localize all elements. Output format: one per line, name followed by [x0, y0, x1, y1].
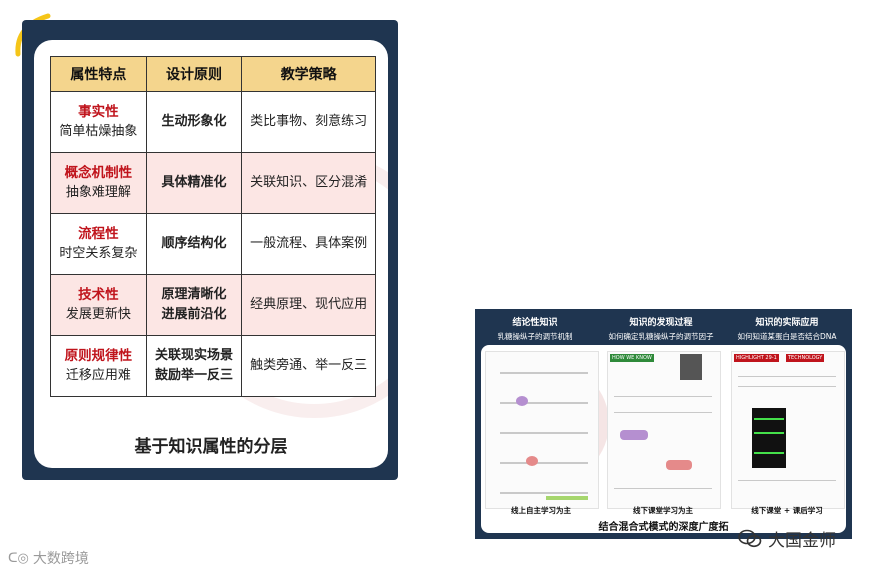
table-header-row: 属性特点 设计原则 教学策略 [50, 56, 376, 92]
dna-strand [500, 492, 588, 494]
attribute-cell: 概念机制性 抽象难理解 [50, 152, 147, 214]
principle-cell: 生动形象化 [145, 91, 243, 153]
protein-shape [516, 396, 528, 406]
principle-line: 具体精准化 [161, 175, 227, 190]
table-row: 概念机制性 抽象难理解 具体精准化 关联知识、区分混淆 [50, 152, 376, 214]
principle-cell: 原理清晰化 进展前沿化 [145, 274, 243, 336]
strategy-cell: 一般流程、具体案例 [241, 213, 376, 275]
wechat-logo-right: 大国金师 [738, 526, 836, 551]
dna-strand [500, 462, 588, 464]
attribute-desc: 时空关系复杂 [59, 246, 138, 261]
protein-shape [666, 460, 692, 470]
logo-text: 大数跨境 [32, 551, 89, 567]
column-subtitle: 乳糖操纵子的调节机制 [497, 332, 573, 341]
principle-line: 鼓励举一反三 [155, 368, 234, 383]
attribute-cell: 技术性 发展更新快 [50, 274, 147, 336]
logo-text: 大国金师 [768, 531, 836, 551]
header-cell: 设计原则 [145, 56, 243, 92]
attribute-name: 技术性 [78, 287, 119, 303]
table-row: 事实性 简单枯燥抽象 生动形象化 类比事物、刻意练习 [50, 91, 376, 153]
section-tag: HIGHLIGHT 29-1 [734, 354, 779, 362]
strategy-cell: 关联知识、区分混淆 [241, 152, 376, 214]
attribute-table: 属性特点 设计原则 教学策略 事实性 简单枯燥抽象 生动形象化 类比事物、刻意练… [50, 56, 376, 397]
column-footer: 线下课堂 + 课后学习 [751, 506, 823, 515]
protein-shape [526, 456, 538, 466]
mrna-segment [546, 496, 588, 500]
attribute-name: 原则规律性 [64, 348, 133, 364]
logo-icon: ᑕ◎ [8, 550, 29, 566]
column-footer: 线下课堂学习为主 [633, 506, 693, 515]
strategy-cell: 触类旁通、举一反三 [241, 335, 376, 397]
source-logo-left: ᑕ◎ 大数跨境 [8, 548, 89, 568]
dna-strand [500, 402, 588, 404]
table-row: 技术性 发展更新快 原理清晰化 进展前沿化 经典原理、现代应用 [50, 274, 376, 336]
strategy-cell: 经典原理、现代应用 [241, 274, 376, 336]
attribute-desc: 简单枯燥抽象 [59, 124, 138, 139]
principle-line: 关联现实场景 [155, 348, 234, 363]
principle-cell: 顺序结构化 [145, 213, 243, 275]
operon-diagram [485, 351, 599, 509]
text-line [614, 412, 712, 413]
text-line [614, 488, 712, 489]
dna-strand [500, 432, 588, 434]
section-tag: HOW WE KNOW [610, 354, 654, 362]
text-line [738, 376, 836, 377]
panel-body: HOW WE KNOW HIGHLIGHT 29-1 TECHNOLOGY 线上… [481, 345, 846, 533]
gel-blot [752, 408, 786, 468]
attribute-cell: 事实性 简单枯燥抽象 [50, 91, 147, 153]
attribute-name: 事实性 [78, 104, 119, 120]
header-cell: 教学策略 [241, 56, 376, 92]
text-line [738, 386, 836, 387]
principle-cell: 关联现实场景 鼓励举一反三 [145, 335, 243, 397]
principle-line: 生动形象化 [161, 114, 227, 129]
attribute-desc: 抽象难理解 [65, 185, 131, 200]
attribute-card: 属性特点 设计原则 教学策略 事实性 简单枯燥抽象 生动形象化 类比事物、刻意练… [34, 40, 388, 468]
blended-learning-panel: 结论性知识 知识的发现过程 知识的实际应用 乳糖操纵子的调节机制 如何确定乳糖操… [475, 309, 852, 539]
gel-band [754, 418, 784, 420]
principle-line: 进展前沿化 [161, 307, 227, 322]
column-title: 结论性知识 [512, 318, 558, 328]
column-subtitle: 如何确定乳糖操纵子的调节因子 [608, 332, 714, 341]
header-cell: 属性特点 [50, 56, 147, 92]
gel-shift-figure: HIGHLIGHT 29-1 TECHNOLOGY [731, 351, 845, 509]
dna-strand [500, 372, 588, 374]
table-row: 原则规律性 迁移应用难 关联现实场景 鼓励举一反三 触类旁通、举一反三 [50, 335, 376, 397]
column-footer: 线上自主学习为主 [511, 506, 571, 515]
principle-cell: 具体精准化 [145, 152, 243, 214]
gel-band [754, 452, 784, 454]
column-title: 知识的实际应用 [755, 318, 819, 328]
portrait-photo [680, 354, 702, 380]
attribute-cell: 原则规律性 迁移应用难 [50, 335, 147, 397]
gel-band [754, 432, 784, 434]
section-tag: TECHNOLOGY [786, 354, 825, 362]
principle-line: 原理清晰化 [161, 287, 227, 302]
strategy-cell: 类比事物、刻意练习 [241, 91, 376, 153]
text-line [614, 396, 712, 397]
attribute-desc: 迁移应用难 [65, 368, 131, 383]
attribute-name: 流程性 [78, 226, 119, 242]
attribute-cell: 流程性 时空关系复杂 [50, 213, 147, 275]
attribute-name: 概念机制性 [64, 165, 133, 181]
card-caption: 基于知识属性的分层 [134, 437, 288, 457]
protein-shape [620, 430, 648, 440]
wechat-icon [738, 529, 762, 547]
table-row: 流程性 时空关系复杂 顺序结构化 一般流程、具体案例 [50, 213, 376, 275]
attribute-desc: 发展更新快 [65, 307, 131, 322]
experiment-figure: HOW WE KNOW [607, 351, 721, 509]
column-title: 知识的发现过程 [629, 318, 693, 328]
principle-line: 顺序结构化 [161, 236, 227, 251]
column-subtitle: 如何知道某蛋白是否结合DNA [737, 332, 837, 341]
text-line [738, 480, 836, 481]
